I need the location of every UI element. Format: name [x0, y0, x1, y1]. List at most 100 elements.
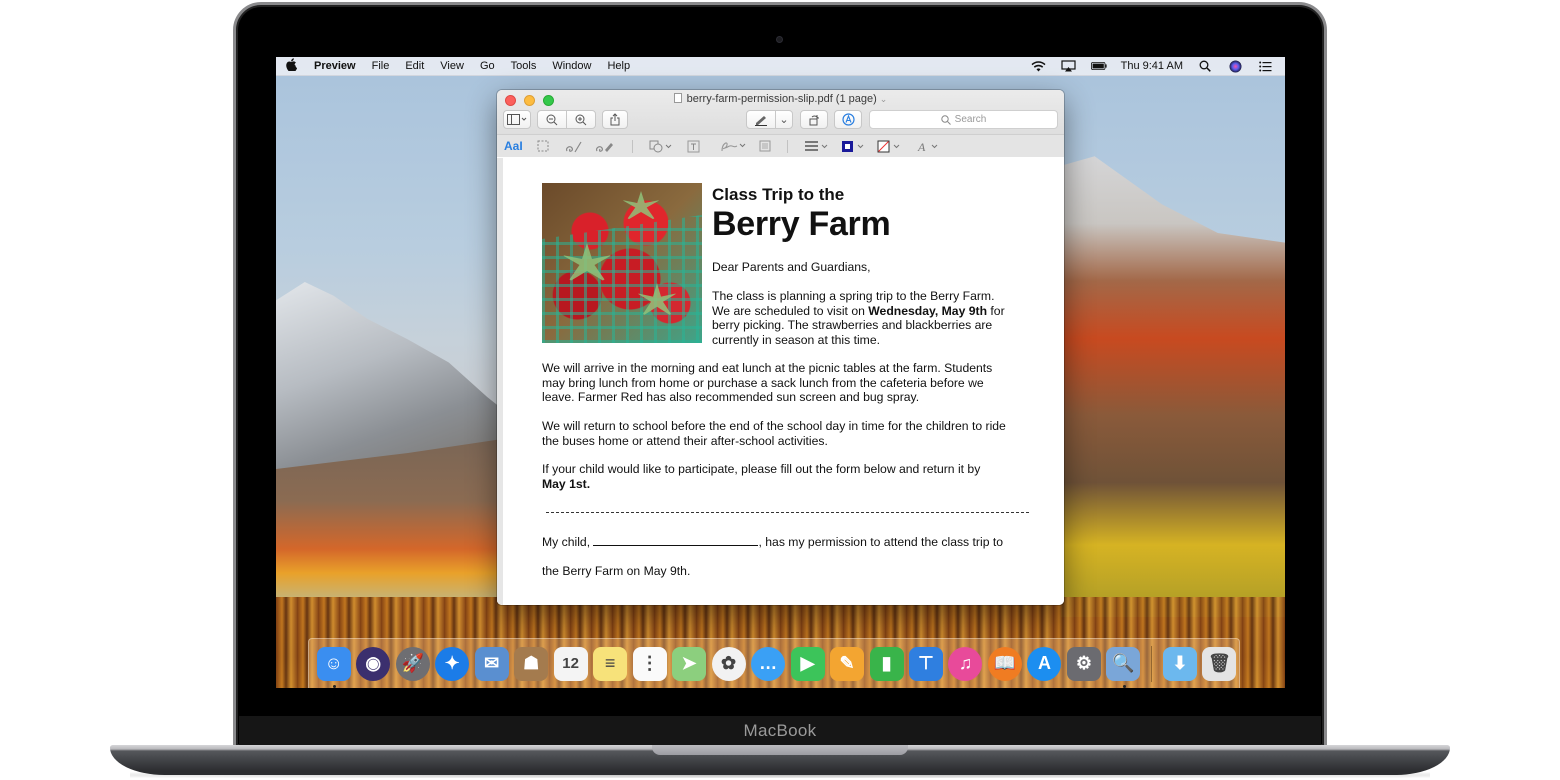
signature-icon [721, 142, 746, 152]
menu-app-preview[interactable]: Preview [306, 60, 364, 72]
border-color-icon [842, 140, 864, 152]
zoom-out-button[interactable] [537, 110, 567, 129]
system-preferences-icon: ⚙ [1066, 646, 1101, 681]
app-store-icon: A [1027, 646, 1062, 681]
dock-item-system-preferences[interactable]: ⚙ [1064, 644, 1103, 684]
dock-item-trash[interactable]: 🗑 [1200, 644, 1239, 684]
show-markup-toolbar-button[interactable] [834, 110, 862, 129]
dock-item-calendar[interactable]: 12 [551, 644, 590, 684]
sketch-tool[interactable] [565, 138, 583, 154]
draw-tool[interactable] [595, 138, 615, 154]
dock-item-numbers[interactable]: ▮ [867, 644, 906, 684]
trash-icon: 🗑 [1202, 646, 1237, 681]
safari-icon: ✦ [435, 646, 470, 681]
running-indicator [333, 684, 336, 688]
text-selection-tool[interactable]: AaI [504, 138, 523, 154]
shapes-icon [649, 140, 672, 152]
rectangular-selection-tool[interactable] [537, 138, 549, 154]
markup-toolbar: AaI A [497, 134, 1064, 157]
dock-item-keynote[interactable]: ⊤ [906, 644, 945, 684]
shapes-tool[interactable] [649, 138, 673, 154]
dock-item-maps[interactable]: ➤ [669, 644, 708, 684]
dock-item-safari[interactable]: ✦ [432, 644, 471, 684]
toolbar-separator [787, 140, 788, 153]
mail-icon: ✉ [474, 646, 509, 681]
macbook-mockup: Preview File Edit View Go Tools Window H… [0, 0, 1560, 780]
chevron-down-icon: ⌄ [879, 94, 888, 104]
dock-item-notes[interactable]: ≡ [590, 644, 629, 684]
menu-file[interactable]: File [364, 60, 398, 72]
airplay-icon[interactable] [1061, 60, 1077, 72]
battery-icon[interactable] [1090, 60, 1107, 72]
siri-icon[interactable] [1227, 60, 1243, 72]
markup-icon [841, 113, 855, 126]
dock: ☺ ◉ 🚀 ✦ ✉ ☗ 12 ≡ ⋮ ➤ ✿… ▶ ✎ ▮ ⊤ ♫ 📖 A ⚙ 🔍 ⬇ 🗑 [308, 638, 1240, 688]
clock[interactable]: Thu 9:41 AM [1121, 60, 1183, 72]
text-box-tool[interactable] [687, 138, 700, 154]
markup-pen-menu-button[interactable]: ⌄ [775, 110, 793, 129]
wifi-icon[interactable] [1031, 60, 1047, 72]
sidebar-toggle-button[interactable] [503, 110, 531, 129]
photos-icon: ✿ [711, 646, 746, 681]
camera-icon [776, 36, 783, 43]
sign-tool[interactable] [719, 138, 747, 154]
child-name-field[interactable] [593, 536, 759, 546]
share-button[interactable] [602, 110, 628, 129]
spotlight-icon[interactable] [1197, 60, 1213, 72]
markup-pen-button[interactable] [746, 110, 776, 129]
menu-help[interactable]: Help [599, 60, 638, 72]
menu-edit[interactable]: Edit [397, 60, 432, 72]
doc-subtitle: Class Trip to the [712, 185, 845, 204]
fill-color-icon [877, 140, 900, 152]
dock-item-facetime[interactable]: ▶ [788, 644, 827, 684]
notification-center-icon[interactable] [1257, 60, 1273, 72]
greeting: Dear Parents and Guardians, [712, 260, 871, 274]
document-view[interactable]: Class Trip to the Berry Farm Dear Parent… [497, 158, 1064, 605]
leaf-graphic [622, 191, 660, 221]
zoom-in-button[interactable] [566, 110, 596, 129]
dock-item-preview[interactable]: 🔍 [1104, 644, 1143, 688]
dock-item-contacts[interactable]: ☗ [511, 644, 550, 684]
menu-view[interactable]: View [432, 60, 472, 72]
shape-style-tool[interactable] [804, 138, 830, 154]
fill-color-tool[interactable] [877, 138, 903, 154]
lid-notch [652, 745, 908, 755]
dock-item-siri[interactable]: ◉ [353, 644, 392, 684]
search-input[interactable]: Search [869, 110, 1058, 129]
itunes-icon: ♫ [948, 646, 983, 681]
dock-item-reminders[interactable]: ⋮ [630, 644, 669, 684]
zoom-in-icon [575, 114, 587, 125]
zoom-out-icon [546, 114, 558, 125]
text-line: may bring lunch from home or purchase a … [542, 375, 984, 390]
dock-item-app-store[interactable]: A [1025, 644, 1064, 684]
dock-item-itunes[interactable]: ♫ [946, 644, 985, 684]
note-tool[interactable] [759, 138, 771, 154]
chevron-down-icon: ⌄ [779, 114, 789, 126]
apple-menu-icon[interactable] [276, 58, 306, 74]
dock-item-launchpad[interactable]: 🚀 [393, 644, 432, 684]
menu-window[interactable]: Window [544, 60, 599, 72]
search-icon [940, 114, 951, 125]
window-title[interactable]: berry-farm-permission-slip.pdf (1 page) ⌄ [497, 93, 1064, 105]
text-line: the buses home or attend their after-sch… [542, 433, 828, 448]
siri-icon: ◉ [356, 646, 391, 681]
border-color-tool[interactable] [841, 138, 867, 154]
pen-icon [755, 115, 767, 126]
text-span: , has my permission to attend the class … [758, 535, 1004, 549]
sketch-icon [565, 141, 582, 152]
text-style-tool[interactable]: A [917, 138, 943, 154]
dock-item-photos[interactable]: ✿ [709, 644, 748, 684]
rotate-button[interactable] [800, 110, 828, 129]
dock-item-messages[interactable]: … [748, 644, 787, 684]
dock-item-downloads[interactable]: ⬇ [1160, 644, 1199, 684]
dock-item-finder[interactable]: ☺ [314, 644, 353, 688]
dock-item-pages[interactable]: ✎ [827, 644, 866, 684]
text-box-icon [687, 140, 700, 152]
menu-tools[interactable]: Tools [503, 60, 545, 72]
dock-item-ibooks[interactable]: 📖 [985, 644, 1024, 684]
text-line: currently in season at this time. [712, 332, 880, 347]
text-line: If your child would like to participate,… [542, 462, 981, 476]
dock-item-mail[interactable]: ✉ [472, 644, 511, 684]
rotate-icon [809, 115, 819, 126]
menu-go[interactable]: Go [472, 60, 503, 72]
